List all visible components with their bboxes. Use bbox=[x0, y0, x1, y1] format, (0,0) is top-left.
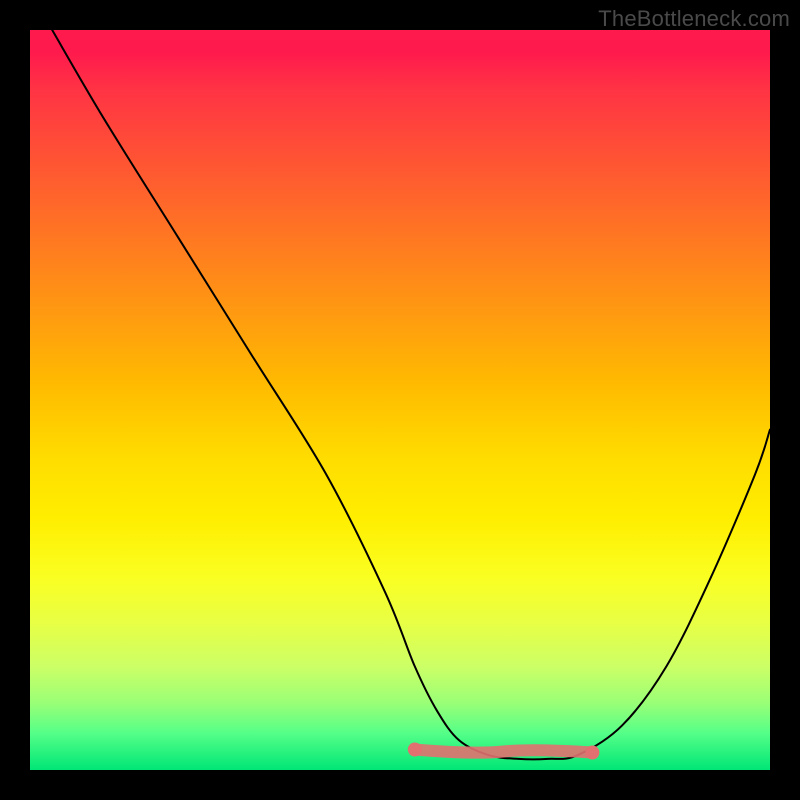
optimal-range-highlight bbox=[415, 750, 593, 753]
optimal-range-dot-left bbox=[408, 743, 422, 757]
watermark-text: TheBottleneck.com bbox=[598, 6, 790, 32]
optimal-range-dot-right bbox=[585, 746, 599, 760]
bottleneck-line-chart bbox=[30, 30, 770, 770]
bottleneck-curve-line bbox=[52, 30, 770, 759]
